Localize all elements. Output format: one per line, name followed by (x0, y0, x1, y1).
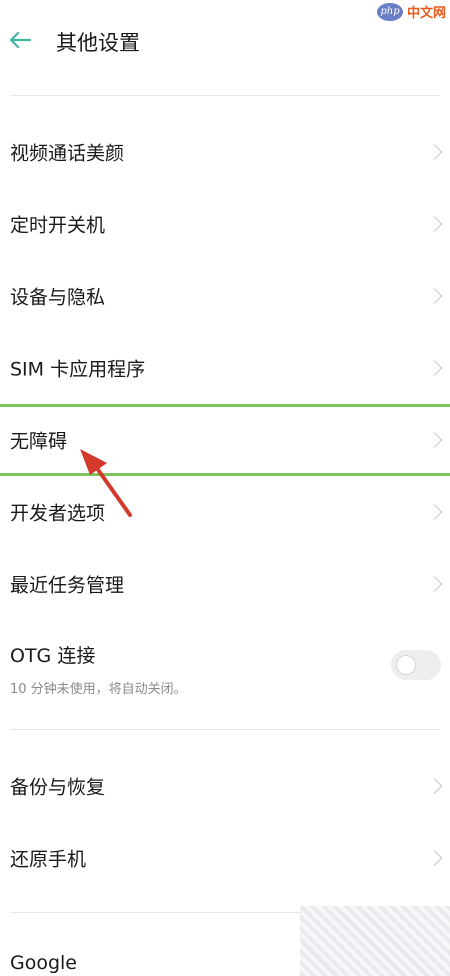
setting-row-video-beauty[interactable]: 视频通话美颜 (0, 117, 450, 187)
chevron-right-icon (426, 432, 443, 448)
highlight-line-bottom (0, 473, 450, 476)
watermark: php 中文网 (376, 2, 446, 21)
setting-row-recent-tasks[interactable]: 最近任务管理 (0, 549, 450, 619)
chevron-right-icon (426, 504, 443, 520)
chevron-right-icon (426, 216, 443, 232)
setting-row-scheduled-power[interactable]: 定时开关机 (0, 189, 450, 259)
setting-label: 还原手机 (10, 848, 87, 871)
setting-row-backup-restore[interactable]: 备份与恢复 (0, 751, 450, 821)
setting-label-google[interactable]: Google (10, 952, 77, 974)
chevron-right-icon (426, 850, 443, 866)
setting-label: SIM 卡应用程序 (10, 358, 146, 381)
setting-row-reset-phone[interactable]: 还原手机 (0, 823, 450, 893)
setting-label: 设备与隐私 (10, 286, 106, 309)
otg-toggle[interactable] (391, 650, 441, 680)
chevron-right-icon (426, 576, 443, 592)
setting-row-sim-apps[interactable]: SIM 卡应用程序 (0, 333, 450, 403)
otg-label: OTG 连接 (10, 645, 96, 667)
otg-sublabel: 10 分钟未使用，将自动关闭。 (10, 682, 187, 697)
setting-label: 定时开关机 (10, 214, 106, 237)
setting-label: 最近任务管理 (10, 574, 125, 597)
chevron-right-icon (426, 778, 443, 794)
app-header: 其他设置 php 中文网 (0, 0, 450, 90)
setting-row-device-privacy[interactable]: 设备与隐私 (0, 261, 450, 331)
watermark-text: 中文网 (406, 6, 446, 21)
page-title: 其他设置 (56, 31, 140, 55)
chevron-right-icon (426, 360, 443, 376)
back-arrow-icon[interactable] (8, 30, 32, 50)
watermark-logo: php (376, 2, 403, 21)
setting-label: 备份与恢复 (10, 776, 106, 799)
image-noise-patch (300, 906, 450, 976)
chevron-right-icon (426, 144, 443, 160)
header-divider (10, 95, 440, 96)
toggle-knob (396, 655, 416, 675)
setting-label: 开发者选项 (10, 502, 106, 525)
setting-label: 无障碍 (10, 430, 68, 453)
setting-row-accessibility[interactable]: 无障碍 (0, 405, 450, 475)
setting-row-developer-options[interactable]: 开发者选项 (0, 477, 450, 547)
chevron-right-icon (426, 288, 443, 304)
setting-label: 视频通话美颜 (10, 142, 125, 165)
section-divider (10, 729, 440, 730)
